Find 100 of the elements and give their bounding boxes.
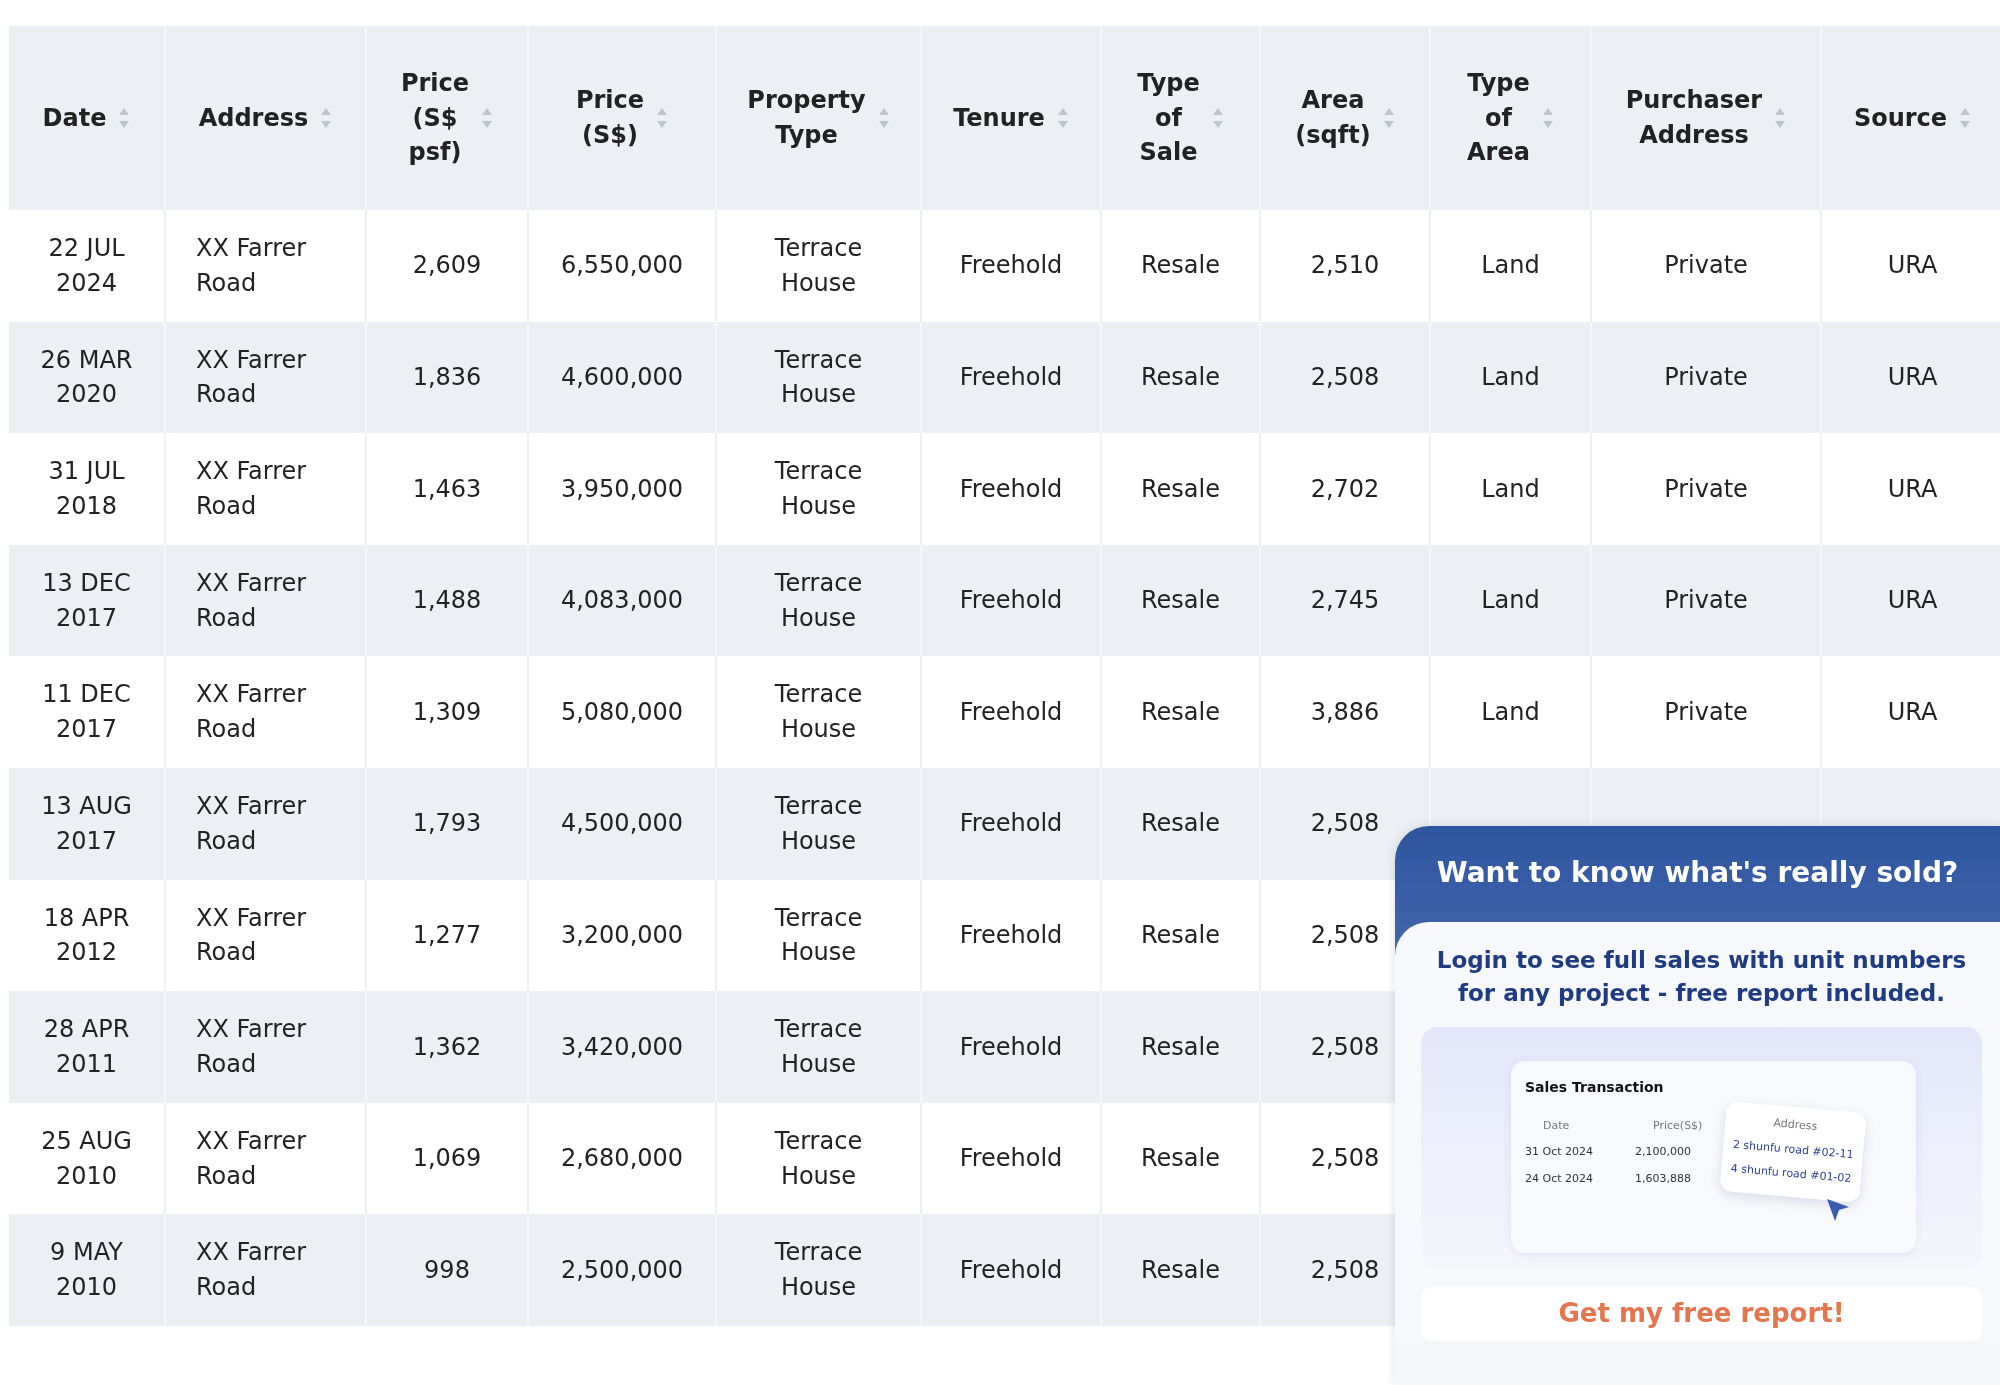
sort-icon[interactable]: [118, 107, 131, 129]
sort-icon[interactable]: [320, 107, 333, 129]
column-header[interactable]: Address: [198, 100, 309, 136]
preview-cell-text: 24 Oct 2024: [1525, 1170, 1594, 1187]
table-cell-text: Private: [1664, 473, 1748, 505]
table-cell-text: 3,886: [1310, 696, 1380, 728]
table-cell-text: Freehold: [959, 1031, 1063, 1063]
table-cell-text: URA: [1887, 362, 1938, 393]
table-cell-text: Freehold: [959, 808, 1063, 840]
table-cell-text: 4,083,000: [560, 585, 684, 617]
table-cell-text: 1,362: [412, 1031, 482, 1063]
table-cell-text: 1,277: [412, 919, 482, 951]
table-cell-text: 4,600,000: [560, 362, 684, 393]
table-cell-text: 1,836: [412, 362, 482, 393]
table-cell-text: 2,500,000: [560, 1254, 684, 1286]
table-cell-text: Freehold: [959, 362, 1063, 393]
table-cell-text: Resale: [1141, 919, 1220, 951]
table-cell-text: Resale: [1141, 473, 1220, 505]
table-cell-text: Resale: [1141, 1143, 1220, 1175]
preview-cell-text: 2 shunfu road #02-11: [1731, 1135, 1856, 1163]
table-cell-text: 1,488: [412, 585, 482, 617]
table-cell-text: Freehold: [959, 473, 1063, 505]
sort-icon[interactable]: [877, 107, 890, 129]
table-cell-text: Private: [1664, 362, 1748, 393]
table-cell-text: 22 JUL 2024: [47, 233, 126, 299]
table-cell-text: 4,500,000: [560, 808, 684, 840]
column-header[interactable]: Area (sqft): [1295, 83, 1371, 153]
table-cell-text: Land: [1481, 585, 1540, 617]
table-cell-text: 998: [424, 1254, 470, 1286]
table-cell-text: Terrace House: [773, 790, 864, 857]
table-cell-text: Resale: [1141, 808, 1220, 840]
table-cell-text: Land: [1481, 250, 1540, 282]
table-cell-text: Terrace House: [773, 567, 864, 634]
table-cell-text: Freehold: [959, 250, 1063, 282]
sort-icon[interactable]: [481, 107, 494, 129]
sort-icon[interactable]: [1382, 107, 1395, 129]
column-header[interactable]: Tenure: [953, 100, 1045, 136]
table-cell-text: 2,508: [1310, 919, 1380, 951]
table-cell-text: 2,508: [1310, 1031, 1380, 1063]
table-cell-text: Freehold: [959, 585, 1063, 617]
table-cell-text: Resale: [1141, 362, 1220, 393]
table-cell-text: XX Farrer Road: [196, 1125, 308, 1192]
preview-column-header: Price(S$): [1652, 1117, 1704, 1134]
table-cell-text: 2,702: [1310, 473, 1380, 505]
table-cell-text: Terrace House: [773, 344, 864, 411]
table-cell-text: XX Farrer Road: [196, 679, 308, 746]
table-cell-text: 1,463: [412, 473, 482, 505]
preview-cell-text: 2,100,000: [1635, 1144, 1692, 1161]
table-cell-text: Private: [1664, 696, 1748, 728]
table-cell-text: 3,950,000: [560, 473, 684, 505]
table-cell-text: XX Farrer Road: [196, 344, 308, 411]
table-cell-text: Freehold: [959, 919, 1063, 951]
sort-icon[interactable]: [656, 107, 669, 129]
table-cell-text: Resale: [1141, 696, 1220, 728]
sort-icon[interactable]: [1774, 107, 1787, 129]
table-cell-text: Terrace House: [773, 1014, 864, 1080]
table-cell-text: Terrace House: [773, 902, 864, 969]
table-cell-text: XX Farrer Road: [196, 567, 308, 634]
table-cell-text: Terrace House: [773, 1125, 864, 1192]
table-cell-text: 2,508: [1310, 808, 1380, 840]
table-cell-text: Resale: [1141, 585, 1220, 617]
preview-title: Sales Transaction: [1525, 1077, 1665, 1097]
table-cell-text: 3,420,000: [560, 1031, 684, 1063]
table-cell-text: URA: [1887, 250, 1938, 282]
table-cell-text: Land: [1481, 473, 1540, 505]
table-cell-text: Private: [1664, 585, 1748, 617]
table-cell-text: URA: [1887, 696, 1938, 728]
sort-icon[interactable]: [1959, 107, 1972, 129]
table-cell-text: 2,680,000: [560, 1143, 684, 1175]
table-cell-text: Resale: [1141, 1031, 1220, 1063]
table-cell-text: 1,069: [412, 1143, 482, 1175]
table-cell-text: URA: [1887, 585, 1938, 617]
sort-icon[interactable]: [1056, 107, 1069, 129]
table-cell-text: XX Farrer Road: [196, 1014, 308, 1080]
table-cell-text: 11 DEC 2017: [41, 679, 132, 746]
sort-icon[interactable]: [1211, 107, 1224, 129]
table-cell-text: 3,200,000: [560, 919, 684, 951]
table-cell-text: 2,508: [1310, 362, 1380, 393]
table-cell-text: XX Farrer Road: [196, 1237, 308, 1304]
column-header[interactable]: Price (S$): [575, 83, 645, 153]
column-header[interactable]: Source: [1853, 100, 1948, 136]
table-cell-text: 9 MAY 2010: [49, 1237, 124, 1304]
table-cell-text: Land: [1481, 696, 1540, 728]
cursor-icon: [1825, 1196, 1851, 1223]
preview-column-header: Address: [1772, 1114, 1819, 1135]
table-cell-text: Private: [1664, 250, 1748, 282]
table-cell-text: XX Farrer Road: [196, 233, 308, 299]
sort-icon[interactable]: [1541, 107, 1554, 129]
table-cell-text: Freehold: [959, 1143, 1063, 1175]
table-cell-text: Resale: [1141, 1254, 1220, 1286]
popup-message: Login to see full sales with unit numbers for any project - free report included.: [1435, 946, 1968, 1009]
table-cell-text: 26 MAR 2020: [39, 344, 134, 411]
table-cell-text: 2,609: [412, 250, 482, 282]
table-cell-text: 1,793: [412, 808, 482, 840]
table-cell-text: Terrace House: [773, 1237, 864, 1304]
table-cell-text: 18 APR 2012: [42, 902, 131, 969]
preview-cell-text: 1,603,888: [1635, 1170, 1692, 1187]
table-cell-text: Terrace House: [773, 679, 864, 746]
table-cell-text: 2,510: [1310, 250, 1380, 282]
column-header[interactable]: Date: [42, 100, 107, 136]
